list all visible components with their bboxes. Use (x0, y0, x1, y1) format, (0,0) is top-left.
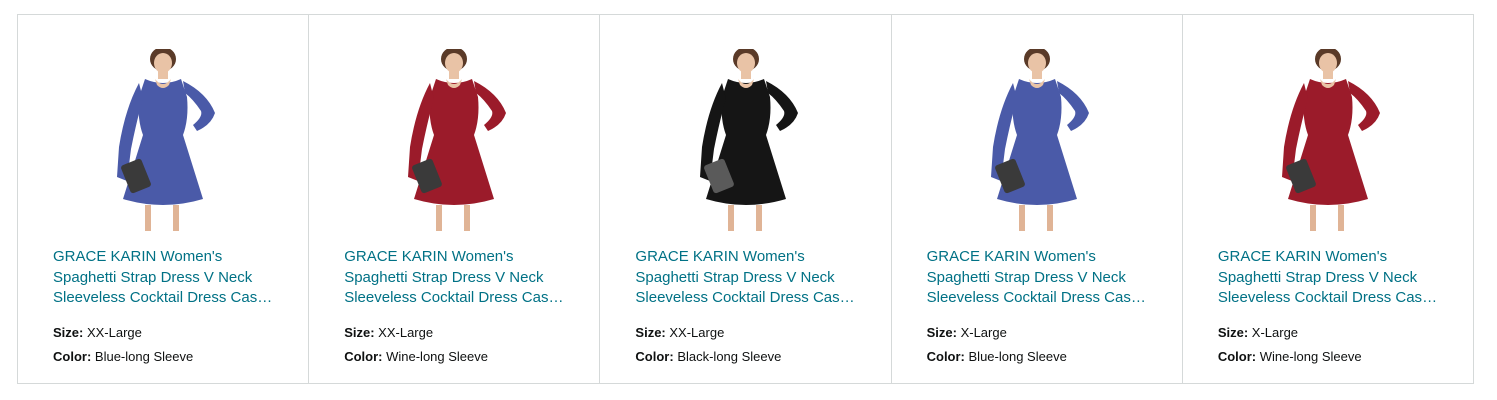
color-attribute: Color: Wine-long Sleeve (1218, 349, 1362, 364)
color-label: Color: (53, 349, 92, 364)
dress-product-image[interactable] (892, 49, 1182, 233)
dress-product-image[interactable] (600, 49, 890, 233)
product-card: GRACE KARIN Women's Spaghetti Strap Dres… (600, 15, 892, 383)
dress-figure (408, 49, 507, 231)
color-attribute: Color: Blue-long Sleeve (53, 349, 193, 364)
color-value: Black-long Sleeve (677, 349, 782, 364)
product-title-link[interactable]: GRACE KARIN Women's Spaghetti Strap Dres… (344, 247, 569, 309)
color-value: Wine-long Sleeve (386, 349, 488, 364)
product-card: GRACE KARIN Women's Spaghetti Strap Dres… (892, 15, 1183, 383)
color-attribute: Color: Blue-long Sleeve (927, 349, 1067, 364)
dress-product-image[interactable] (1183, 49, 1473, 233)
dress-figure (1281, 49, 1380, 231)
size-value: X-Large (1251, 325, 1299, 340)
size-value: X-Large (960, 325, 1007, 340)
size-value: XX-Large (669, 325, 725, 340)
color-label: Color: (344, 349, 383, 364)
product-title-link[interactable]: GRACE KARIN Women's Spaghetti Strap Dres… (1218, 247, 1443, 309)
dress-figure (990, 49, 1089, 231)
color-label: Color: (635, 349, 674, 364)
size-attribute: Size: X-Large (927, 325, 1007, 340)
size-label: Size: (926, 325, 957, 340)
color-value: Blue-long Sleeve (94, 349, 194, 364)
size-attribute: Size: XX-Large (635, 325, 724, 340)
size-attribute: Size: X-Large (1218, 325, 1298, 340)
product-card: GRACE KARIN Women's Spaghetti Strap Dres… (309, 15, 601, 383)
size-label: Size: (1217, 325, 1249, 340)
size-label: Size: (344, 325, 375, 340)
product-carousel: GRACE KARIN Women's Spaghetti Strap Dres… (17, 14, 1474, 384)
size-label: Size: (635, 325, 666, 340)
size-value: XX-Large (378, 325, 434, 340)
color-attribute: Color: Wine-long Sleeve (344, 349, 488, 364)
color-value: Blue-long Sleeve (968, 349, 1067, 364)
color-label: Color: (1217, 349, 1257, 364)
dress-product-image[interactable] (309, 49, 599, 233)
product-card: GRACE KARIN Women's Spaghetti Strap Dres… (18, 15, 310, 383)
size-value: XX-Large (86, 325, 142, 340)
size-label: Size: (53, 325, 84, 340)
dress-product-image[interactable] (18, 49, 308, 233)
product-card: GRACE KARIN Women's Spaghetti Strap Dres… (1183, 15, 1473, 383)
color-attribute: Color: Black-long Sleeve (635, 349, 781, 364)
dress-figure (699, 49, 798, 231)
product-title-link[interactable]: GRACE KARIN Women's Spaghetti Strap Dres… (927, 247, 1152, 309)
color-value: Wine-long Sleeve (1259, 349, 1362, 364)
size-attribute: Size: XX-Large (53, 325, 142, 340)
dress-figure (117, 49, 216, 231)
product-title-link[interactable]: GRACE KARIN Women's Spaghetti Strap Dres… (635, 247, 860, 309)
size-attribute: Size: XX-Large (344, 325, 433, 340)
color-label: Color: (926, 349, 965, 364)
product-title-link[interactable]: GRACE KARIN Women's Spaghetti Strap Dres… (53, 247, 278, 309)
